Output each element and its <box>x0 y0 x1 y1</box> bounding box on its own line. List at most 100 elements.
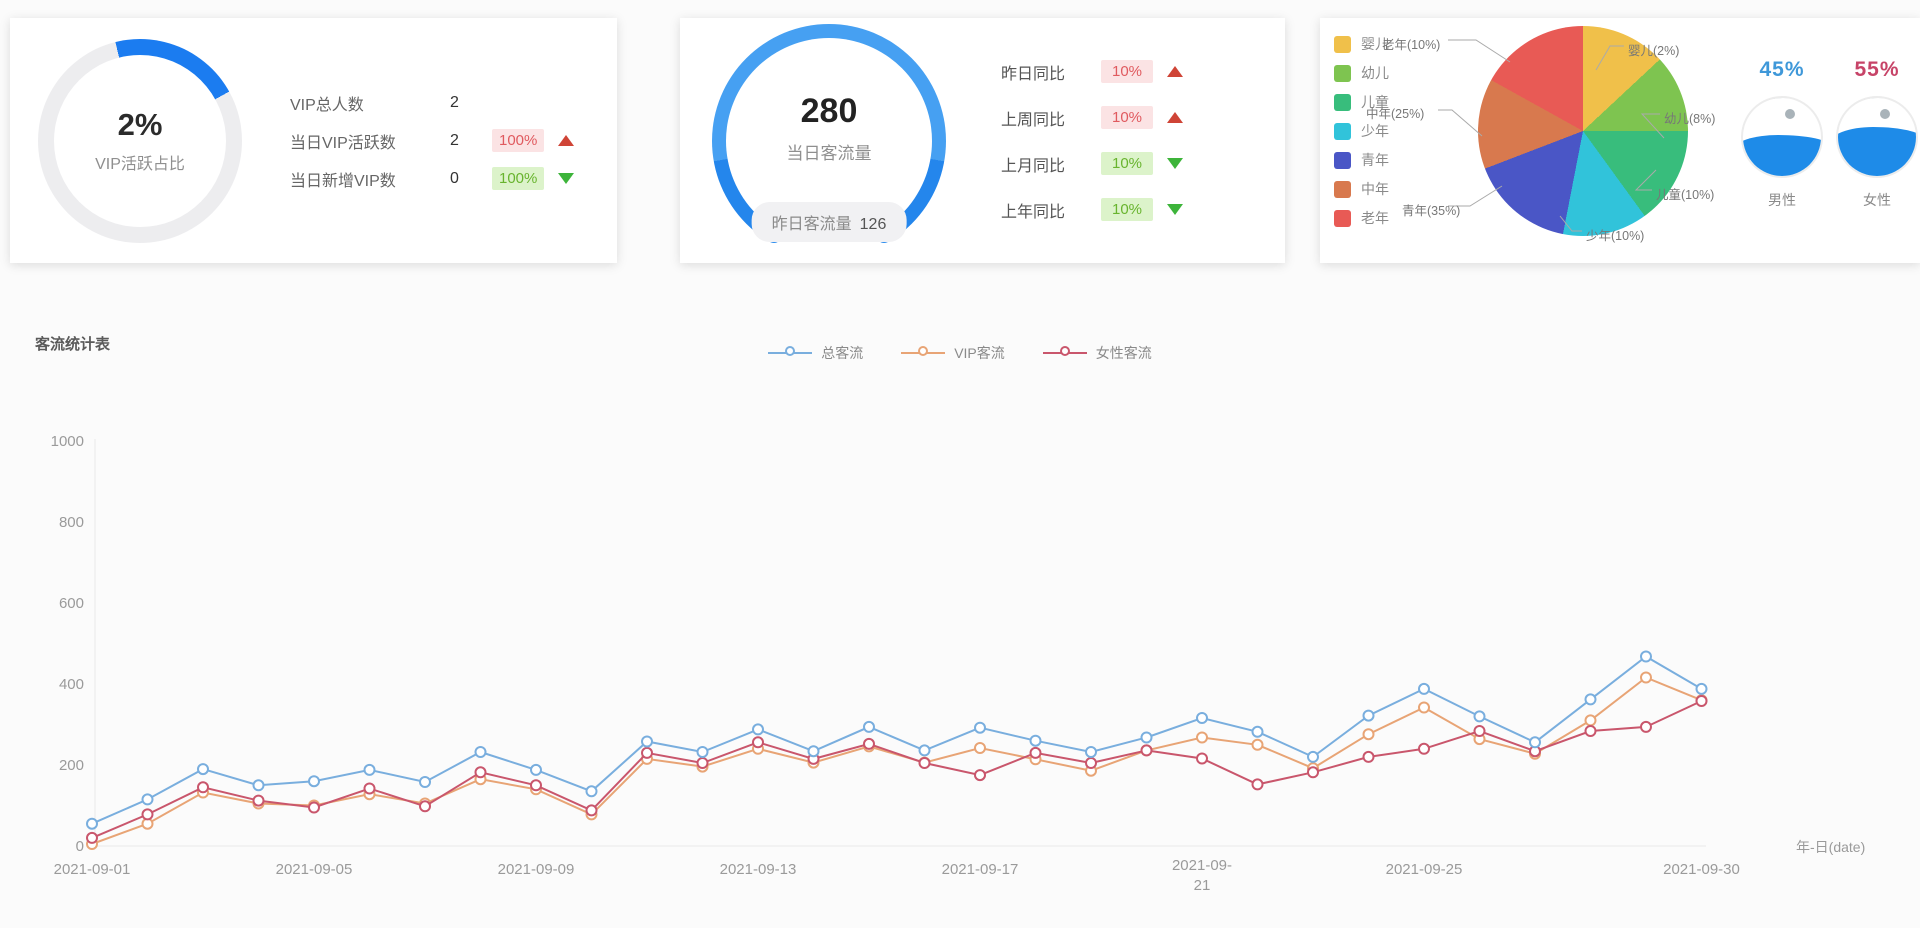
legend-item[interactable]: 婴儿 <box>1334 34 1389 54</box>
female-percent: 55% <box>1854 58 1900 81</box>
compare-lastweek-row: 上周同比 10% <box>1001 95 1183 141</box>
legend-label: 少年 <box>1361 123 1389 139</box>
pie-label-toddler: 幼儿(8%) <box>1664 112 1716 126</box>
wave-arc-icon <box>1855 98 1901 114</box>
male-liquid-gauge[interactable] <box>1741 96 1823 178</box>
svg-text:2021-09-25: 2021-09-25 <box>1386 861 1463 878</box>
svg-text:400: 400 <box>59 676 84 693</box>
pie-label-middleaged: 中年(25%) <box>1366 107 1425 121</box>
line-marker-icon <box>1042 346 1087 360</box>
stat-label: 当日VIP活跃数 <box>290 134 396 152</box>
legend-swatch-icon <box>1334 151 1351 169</box>
svg-text:2021-09-30: 2021-09-30 <box>1663 861 1740 878</box>
svg-text:600: 600 <box>59 595 84 612</box>
legend-label: 幼儿 <box>1361 65 1389 81</box>
svg-text:2021-09-01: 2021-09-01 <box>54 861 131 878</box>
percent-badge: 10% <box>1101 60 1153 83</box>
compare-label: 昨日同比 <box>1001 65 1066 83</box>
yesterday-traffic-value: 126 <box>859 215 887 233</box>
percent-badge: 10% <box>1101 198 1153 221</box>
stat-value: 2 <box>450 93 459 111</box>
stat-label: 当日新增VIP数 <box>290 172 396 190</box>
pie-label-youngadult: 青年(35%) <box>1402 204 1461 218</box>
compare-yesterday-row: 昨日同比 10% <box>1001 49 1183 95</box>
pie-label-teen: 少年(10%) <box>1586 229 1645 243</box>
vip-active-row: 当日VIP活跃数 2 100% <box>290 122 589 160</box>
wave-arc-icon <box>1760 98 1806 114</box>
traffic-chart-section: 客流统计表 总客流 VIP客流 女性客流 0 200 400 600 800 1000 20… <box>0 271 1920 926</box>
legend-item[interactable]: 少年 <box>1334 121 1389 141</box>
traffic-comparisons: 昨日同比 10% 上周同比 10% 上月同比 10% 上年同比 10% <box>1001 49 1183 233</box>
compare-label: 上周同比 <box>1001 111 1066 129</box>
top-row: 2% VIP活跃占比 VIP总人数 2 当日VIP活跃数 2 100% 当日新增… <box>0 0 1920 263</box>
yesterday-traffic-pill: 昨日客流量 126 <box>751 201 907 242</box>
traffic-line-chart[interactable]: 0 200 400 600 800 1000 2021-09-01 2021-09-05 202… <box>0 401 1920 911</box>
legend-item[interactable]: 幼儿 <box>1334 63 1389 83</box>
yesterday-traffic-label: 昨日客流量 <box>771 215 852 233</box>
legend-label: 总客流 <box>821 345 864 361</box>
percent-badge: 100% <box>492 129 545 152</box>
vip-donut-center: 2% VIP活跃占比 <box>54 54 226 227</box>
stat-label: VIP总人数 <box>290 96 364 114</box>
traffic-card: 280 当日客流量 昨日客流量 126 昨日同比 10% 上周同比 10% 上月同… <box>680 18 1285 263</box>
percent-badge: 10% <box>1101 106 1153 129</box>
female-label: 女性 <box>1863 192 1891 208</box>
percent-badge: 100% <box>492 167 545 190</box>
percent-badge: 10% <box>1101 152 1153 175</box>
svg-text:年-日(date): 年-日(date) <box>1796 839 1865 855</box>
line-chart-legend: 总客流 VIP客流 女性客流 <box>0 343 1920 363</box>
legend-swatch-icon <box>1334 93 1351 111</box>
female-ratio-widget: 55% 女性 <box>1829 58 1920 210</box>
pie-label-child: 儿童(10%) <box>1656 188 1715 202</box>
down-arrow-icon <box>1167 158 1183 169</box>
male-ratio-widget: 45% 男性 <box>1734 58 1830 210</box>
svg-text:21: 21 <box>1194 877 1211 894</box>
stat-value: 0 <box>450 169 459 187</box>
svg-text:1000: 1000 <box>51 433 84 450</box>
legend-label: 青年 <box>1361 152 1389 168</box>
today-traffic-caption: 当日客流量 <box>786 143 872 163</box>
vip-donut-chart[interactable]: 2% VIP活跃占比 <box>38 38 242 243</box>
traffic-gauge-chart[interactable]: 280 当日客流量 昨日客流量 126 <box>712 23 946 258</box>
male-label: 男性 <box>1768 192 1796 208</box>
stat-value: 2 <box>450 131 459 149</box>
pie-label-baby: 婴儿(2%) <box>1628 44 1680 58</box>
svg-text:2021-09-05: 2021-09-05 <box>276 861 353 878</box>
svg-text:2021-09-17: 2021-09-17 <box>942 861 1019 878</box>
compare-label: 上年同比 <box>1001 203 1066 221</box>
legend-item-total[interactable]: 总客流 <box>768 343 863 363</box>
vip-card: 2% VIP活跃占比 VIP总人数 2 当日VIP活跃数 2 100% 当日新增… <box>10 18 617 263</box>
up-arrow-icon <box>1167 66 1183 77</box>
water-fill <box>1743 135 1821 176</box>
pie-label-elderly: 老年(10%) <box>1382 38 1441 52</box>
legend-item-vip[interactable]: VIP客流 <box>901 343 1005 363</box>
legend-label: 中年 <box>1361 181 1389 197</box>
legend-label: VIP客流 <box>954 345 1005 361</box>
legend-label: 老年 <box>1361 210 1389 226</box>
water-fill <box>1838 127 1916 176</box>
legend-item[interactable]: 老年 <box>1334 208 1389 228</box>
svg-text:2021-09-: 2021-09- <box>1172 857 1232 874</box>
svg-text:200: 200 <box>59 757 84 774</box>
legend-item[interactable]: 青年 <box>1334 150 1389 170</box>
demographics-card: 婴儿 幼儿 儿童 少年 青年 中年 老年 老年(10%) 中年(25%) 青年(… <box>1320 18 1920 263</box>
legend-swatch-icon <box>1334 180 1351 198</box>
age-legend: 婴儿 幼儿 儿童 少年 青年 中年 老年 <box>1334 34 1389 237</box>
legend-item-female[interactable]: 女性客流 <box>1042 343 1152 363</box>
vip-active-caption: VIP活跃占比 <box>95 156 185 173</box>
down-arrow-icon <box>558 173 575 184</box>
svg-text:800: 800 <box>59 514 84 531</box>
vip-active-percent: 2% <box>117 107 163 142</box>
legend-item[interactable]: 中年 <box>1334 179 1389 199</box>
compare-lastmonth-row: 上月同比 10% <box>1001 141 1183 187</box>
female-liquid-gauge[interactable] <box>1836 96 1918 178</box>
today-traffic-value: 280 <box>800 91 858 130</box>
line-marker-icon <box>768 346 813 360</box>
compare-lastyear-row: 上年同比 10% <box>1001 187 1183 233</box>
svg-text:2021-09-09: 2021-09-09 <box>498 861 575 878</box>
vip-total-row: VIP总人数 2 <box>290 84 589 122</box>
svg-text:0: 0 <box>76 838 84 855</box>
svg-text:2021-09-13: 2021-09-13 <box>720 861 797 878</box>
male-percent: 45% <box>1759 58 1805 81</box>
compare-label: 上月同比 <box>1001 157 1066 175</box>
